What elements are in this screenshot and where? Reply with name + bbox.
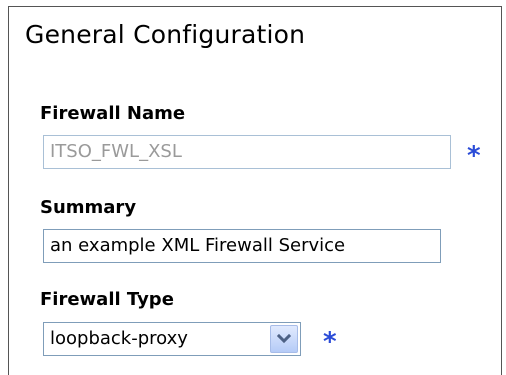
firewall-name-required-marker: * bbox=[467, 141, 481, 171]
firewall-type-label: Firewall Type bbox=[40, 289, 174, 310]
chevron-down-icon bbox=[277, 334, 291, 344]
dropdown-button[interactable] bbox=[270, 325, 298, 353]
summary-input[interactable]: an example XML Firewall Service bbox=[43, 229, 441, 263]
firewall-name-label: Firewall Name bbox=[40, 103, 186, 124]
firewall-type-required-marker: * bbox=[323, 327, 337, 357]
panel-title: General Configuration bbox=[25, 20, 306, 49]
summary-label: Summary bbox=[40, 197, 137, 218]
firewall-name-input[interactable]: ITSO_FWL_XSL bbox=[43, 135, 451, 169]
firewall-type-select[interactable]: loopback-proxy bbox=[43, 322, 301, 356]
general-configuration-panel: General Configuration Firewall Name ITSO… bbox=[8, 6, 502, 375]
firewall-type-selected-value: loopback-proxy bbox=[50, 328, 188, 349]
